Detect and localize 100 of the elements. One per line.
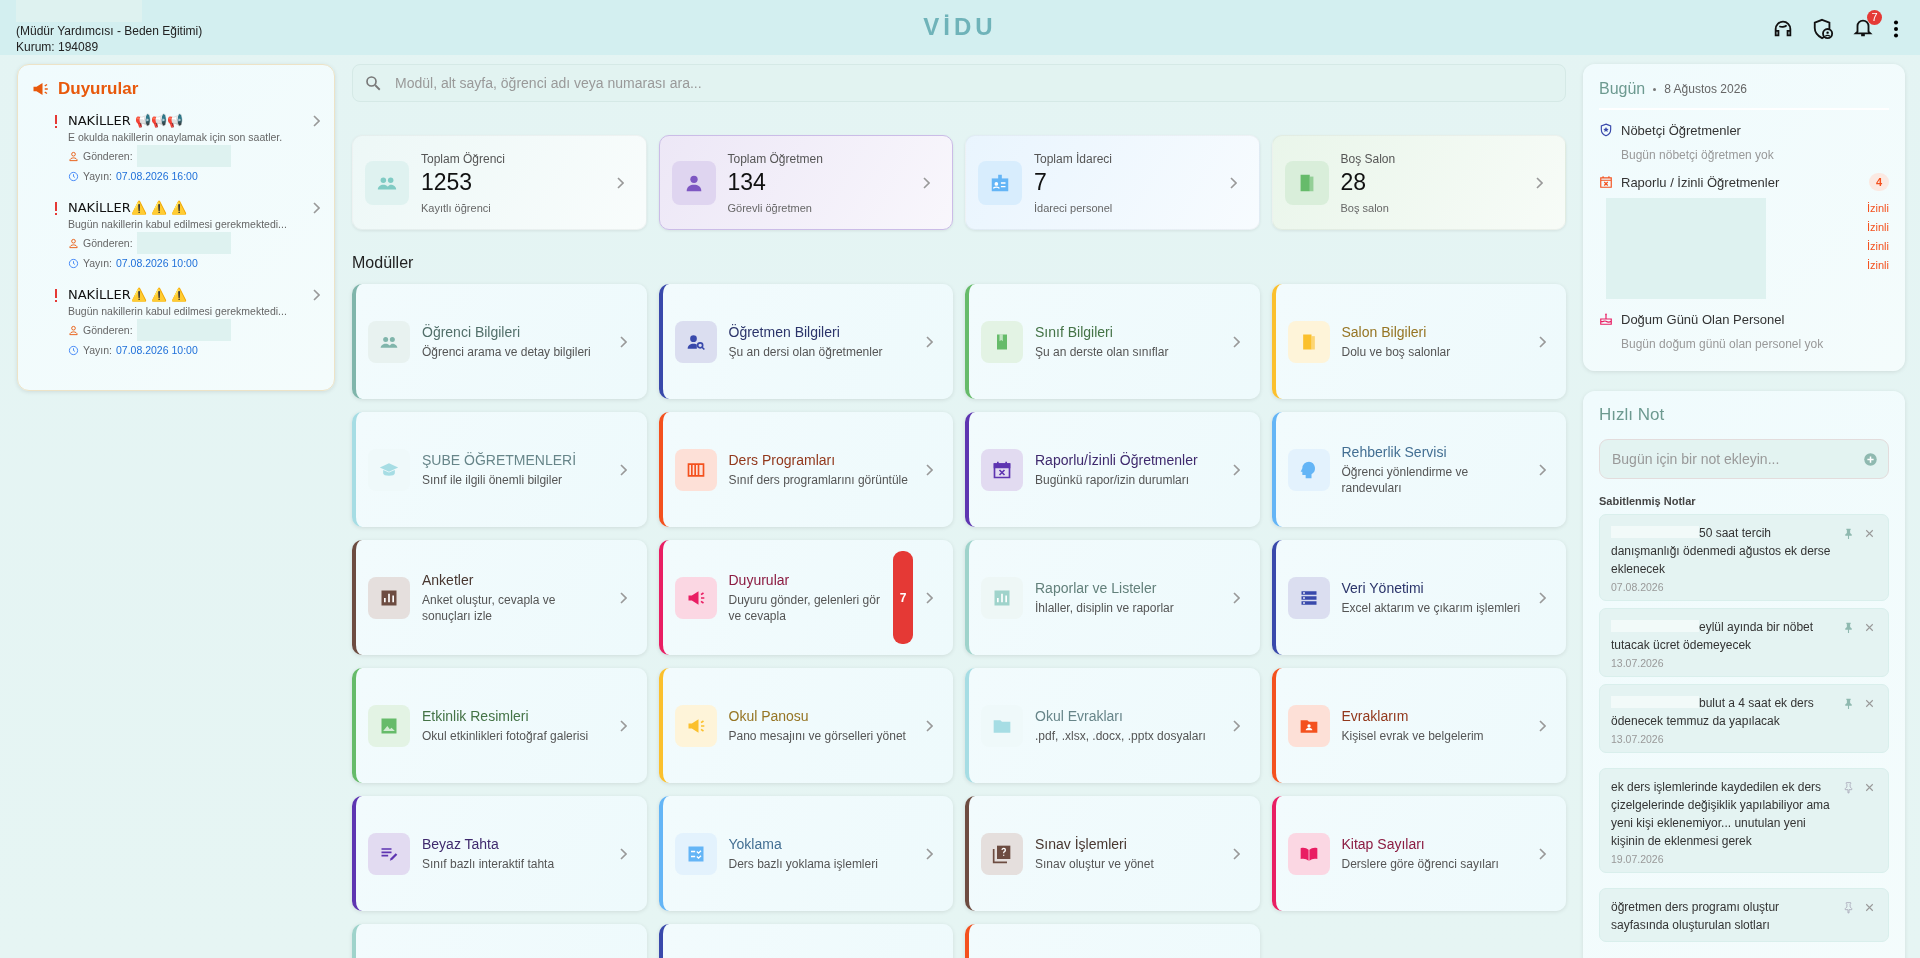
stat-card[interactable]: Toplam Öğretmen 134 Görevli öğretmen: [658, 135, 953, 230]
note-date: 13.07.2026: [1611, 657, 1665, 669]
sender-label: Gönderen:: [83, 237, 133, 249]
chevron-right-icon: [1228, 176, 1237, 189]
module-card[interactable]: Raporlar ve Listeler İhlaller, disiplin ve raporlar: [965, 540, 1260, 655]
module-description: Dolu ve boş salonlar: [1341, 343, 1452, 360]
stat-value: 134: [727, 168, 767, 196]
module-card[interactable]: Okul Evrakları .pdf, .xlsx, .docx, .pptx dosyaları: [965, 668, 1260, 783]
module-card[interactable]: ŞUBE ÖĞRETMENLERİ Sınıf ile ilgili önemli bilgiler: [352, 412, 647, 527]
stat-card[interactable]: Toplam İdareci 7 İdareci personel: [965, 135, 1260, 230]
chevron-right-icon: [1538, 847, 1546, 860]
module-card[interactable]: Okul Panosu Pano mesajını ve görselleri yönet: [658, 668, 953, 783]
announcement-item[interactable]: NAKİLLER⚠ ⚠ ⚠ Bugün nakillerin kabul edilmesi gerekmektedi... Gönderen: Yayın: 07.08.2026 10:00: [54, 200, 320, 273]
chevron-right-icon: [618, 719, 627, 732]
chevron-right-icon: [618, 847, 627, 860]
chevron-right-icon: [1231, 591, 1240, 604]
chevron-right-icon: [1538, 463, 1546, 476]
pin-icon[interactable]: [1842, 527, 1855, 540]
stat-caption: Boş salon: [1340, 201, 1390, 214]
chevron-right-icon: [312, 202, 320, 214]
module-card[interactable]: Veri Yönetimi Excel aktarım ve çıkarım işlemleri: [1271, 540, 1566, 655]
module-card[interactable]: Anketler Anket oluştur, cevapla ve sonuçları izle: [352, 540, 647, 655]
chevron-right-icon: [925, 335, 933, 348]
module-card[interactable]: Sınav İşlemleri Sınav oluştur ve yönet: [965, 796, 1260, 911]
close-icon[interactable]: [1863, 527, 1876, 540]
module-title: Yoklama: [728, 835, 783, 852]
chevron-right-icon: [312, 115, 320, 127]
pin-icon[interactable]: [1842, 697, 1855, 710]
sender-label: Gönderen:: [83, 324, 133, 336]
clock-icon: [68, 257, 79, 269]
shield-person-icon[interactable]: [1812, 18, 1834, 40]
stat-card[interactable]: Toplam Öğrenci 1253 Kayıtlı öğrenci: [352, 135, 647, 230]
more-menu-icon[interactable]: [1892, 18, 1900, 40]
module-card[interactable]: Sınıf Bilgileri Şu an derste olan sınıflar: [965, 284, 1260, 399]
module-card[interactable]: Salon Bilgileri Dolu ve boş salonlar: [1271, 284, 1566, 399]
module-card[interactable]: Raporlu/İzinli Öğretmenler Bugünkü rapor/izin durumları: [965, 412, 1260, 527]
chevron-right-icon: [1535, 176, 1543, 189]
module-description: Bugünkü rapor/izin durumları: [1035, 471, 1191, 488]
stat-card[interactable]: Boş Salon 28 Boş salon: [1271, 135, 1566, 230]
institution-code: Kurum: 194089: [16, 39, 100, 55]
note-text: öğretmen ders programı oluştur sayfasında oluşturulan slotları: [1611, 899, 1781, 934]
module-title: Salon Bilgileri: [1341, 323, 1428, 340]
module-description: İhlaller, disiplin ve raporlar: [1035, 599, 1175, 616]
module-description: Öğrenci arama ve detay bilgileri: [422, 343, 592, 360]
note-input-field[interactable]: Bugün için bir not ekleyin...: [1599, 439, 1889, 479]
pin-icon[interactable]: [1842, 901, 1855, 914]
chevron-right-icon: [312, 289, 320, 301]
close-icon[interactable]: [1863, 621, 1876, 634]
published-label: Yayın:: [83, 257, 112, 269]
module-card[interactable]: Yoklama Ders bazlı yoklama işlemleri: [658, 796, 953, 911]
leave-status: İzinli: [1867, 240, 1889, 252]
module-title: Anketler: [422, 571, 475, 588]
module-card[interactable]: Rehberlik Servisi Öğrenci yönlendirme ve randevuları: [1271, 412, 1566, 527]
add-icon[interactable]: [1863, 452, 1878, 467]
close-icon[interactable]: [1863, 697, 1876, 710]
chevron-right-icon: [925, 463, 933, 476]
module-card[interactable]: Beyaz Tahta Sınıf bazlı interaktif tahta: [352, 796, 647, 911]
announcement-item[interactable]: NAKİLLER⚠ ⚠ ⚠ Bugün nakillerin kabul edilmesi gerekmektedi... Gönderen: Yayın: 07.08.2026 10:00: [54, 287, 320, 360]
chevron-right-icon: [925, 719, 933, 732]
module-title: Sınav İşlemleri: [1035, 835, 1128, 852]
stat-label: Boş Salon: [1340, 151, 1397, 166]
module-card[interactable]: Etkinlik Resimleri Okul etkinlikleri fotoğraf galerisi: [352, 668, 647, 783]
module-title: Etkinlik Resimleri: [422, 707, 530, 724]
close-icon[interactable]: [1863, 781, 1876, 794]
module-description: Şu an dersi olan öğretmenler: [728, 343, 884, 360]
chevron-right-icon: [1538, 591, 1546, 604]
exclamation-icon: [54, 202, 58, 216]
pin-icon[interactable]: [1842, 621, 1855, 634]
person-icon: [68, 324, 79, 336]
module-card[interactable]: Kitap Sayıları Derslere göre öğrenci sayıları: [1271, 796, 1566, 911]
empty-message: Bugün nöbetçi öğretmen yok: [1621, 148, 1775, 162]
module-card[interactable]: Evraklarım Kişisel evrak ve belgelerim: [1271, 668, 1566, 783]
calendar-x-icon: [992, 459, 1012, 480]
announcement-item[interactable]: NAKİLLER 📢📢📢 E okulda nakillerin onaylamak için son saatler. Gönderen: Yayın: 07.08.2026 16:00: [54, 113, 320, 186]
notification-count: 7: [1867, 10, 1882, 25]
separator-dot: [1653, 87, 1657, 91]
stat-label: Toplam Öğretmen: [727, 151, 824, 166]
chevron-right-icon: [1231, 847, 1240, 860]
published-date: 07.08.2026 10:00: [116, 344, 198, 356]
count-badge: 4: [1869, 173, 1889, 191]
module-card[interactable]: Öğrenci Bilgileri Öğrenci arama ve detay bilgileri: [352, 284, 647, 399]
exclamation-icon: [54, 289, 58, 303]
module-card[interactable]: Ders Programları Sınıf ders programlarını görüntüle: [658, 412, 953, 527]
announcements-title: Duyurular: [58, 79, 139, 99]
published-label: Yayın:: [83, 344, 112, 356]
module-card[interactable]: Öğretmen Bilgileri Şu an dersi olan öğretmenler: [658, 284, 953, 399]
chevron-right-icon: [1538, 335, 1546, 348]
module-title: Evraklarım: [1341, 707, 1410, 724]
module-description: Sınav oluştur ve yönet: [1035, 855, 1155, 872]
module-description: Ders bazlı yoklama işlemleri: [728, 855, 879, 872]
module-card[interactable]: Duyurular Duyuru gönder, gelenleri gör ve cevapla 7: [658, 540, 953, 655]
chevron-right-icon: [618, 591, 627, 604]
sender-label: Gönderen:: [83, 150, 133, 162]
search-field[interactable]: Modül, alt sayfa, öğrenci adı veya numarası ara...: [352, 64, 1566, 102]
module-title: Raporlar ve Listeler: [1035, 579, 1158, 596]
cake-icon: [1599, 312, 1613, 326]
pin-icon[interactable]: [1842, 781, 1855, 794]
exclamation-icon: [54, 115, 58, 129]
chevron-right-icon: [618, 335, 627, 348]
close-icon[interactable]: [1863, 901, 1876, 914]
